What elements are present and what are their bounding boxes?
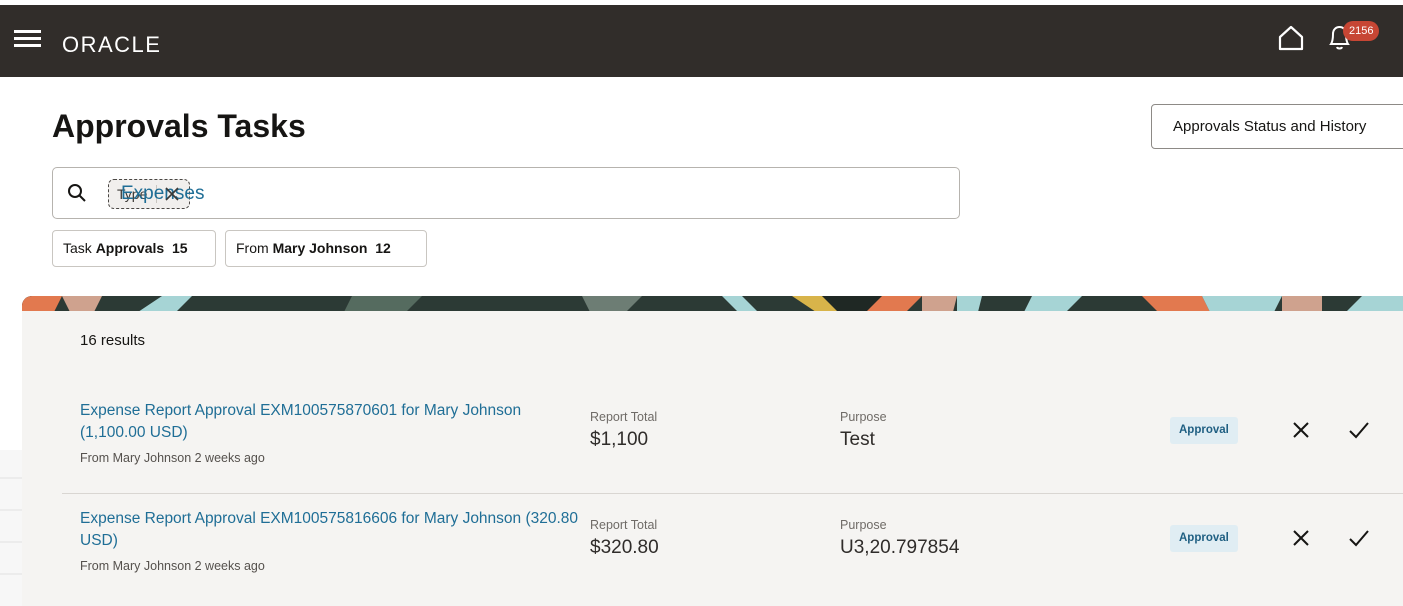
report-total-label: Report Total: [590, 518, 658, 532]
task-row: Expense Report Approval EXM100575870601 …: [62, 384, 1403, 494]
report-total-value: $1,100: [590, 429, 649, 450]
filter-label: Task: [63, 240, 92, 256]
page-title: Approvals Tasks: [52, 108, 306, 144]
filter-chip-type[interactable]: Type Expenses: [108, 179, 204, 209]
global-header: ORACLE: [0, 5, 1403, 77]
oracle-logo[interactable]: ORACLE: [62, 32, 161, 58]
filter-count: 15: [171, 240, 188, 256]
filter-value: Mary Johnson: [272, 240, 368, 256]
filter-task-approvals[interactable]: Task Approvals 15: [52, 230, 216, 267]
reject-icon[interactable]: [1288, 525, 1314, 551]
filter-count: 12: [375, 240, 391, 256]
approve-check-icon[interactable]: [1346, 525, 1372, 551]
task-subtitle: From Mary Johnson 2 weeks ago: [80, 451, 265, 465]
status-badge: Approval: [1170, 525, 1238, 552]
report-total-label: Report Total: [590, 410, 658, 424]
filter-from-mary-johnson[interactable]: From Mary Johnson 12: [225, 230, 427, 267]
reject-icon[interactable]: [1288, 417, 1314, 443]
hamburger-menu-icon[interactable]: [14, 27, 42, 49]
task-title-link[interactable]: Expense Report Approval EXM100575870601 …: [80, 400, 580, 444]
task-title-link[interactable]: Expense Report Approval EXM100575816606 …: [80, 508, 580, 552]
results-count: 16 results: [80, 332, 146, 349]
search-icon: [68, 184, 86, 202]
task-subtitle: From Mary Johnson 2 weeks ago: [80, 559, 265, 573]
approve-check-icon[interactable]: [1346, 417, 1372, 443]
report-total-value: $320.80: [590, 537, 659, 558]
search-field[interactable]: Type Expenses: [52, 167, 960, 219]
task-row: Expense Report Approval EXM100575816606 …: [62, 492, 1403, 602]
home-icon[interactable]: [1276, 24, 1306, 52]
notification-count-badge: 2156: [1343, 21, 1380, 41]
approvals-status-history-button[interactable]: Approvals Status and History: [1151, 104, 1403, 149]
filter-label: From: [236, 240, 269, 256]
background-edge: [0, 450, 22, 606]
remove-chip-icon[interactable]: [163, 185, 181, 203]
purpose-value: Test: [840, 429, 875, 450]
purpose-value: U3,20.797854: [840, 537, 960, 558]
filter-value: Approvals: [95, 240, 165, 256]
status-badge: Approval: [1170, 417, 1238, 444]
purpose-label: Purpose: [840, 518, 887, 532]
purpose-label: Purpose: [840, 410, 887, 424]
